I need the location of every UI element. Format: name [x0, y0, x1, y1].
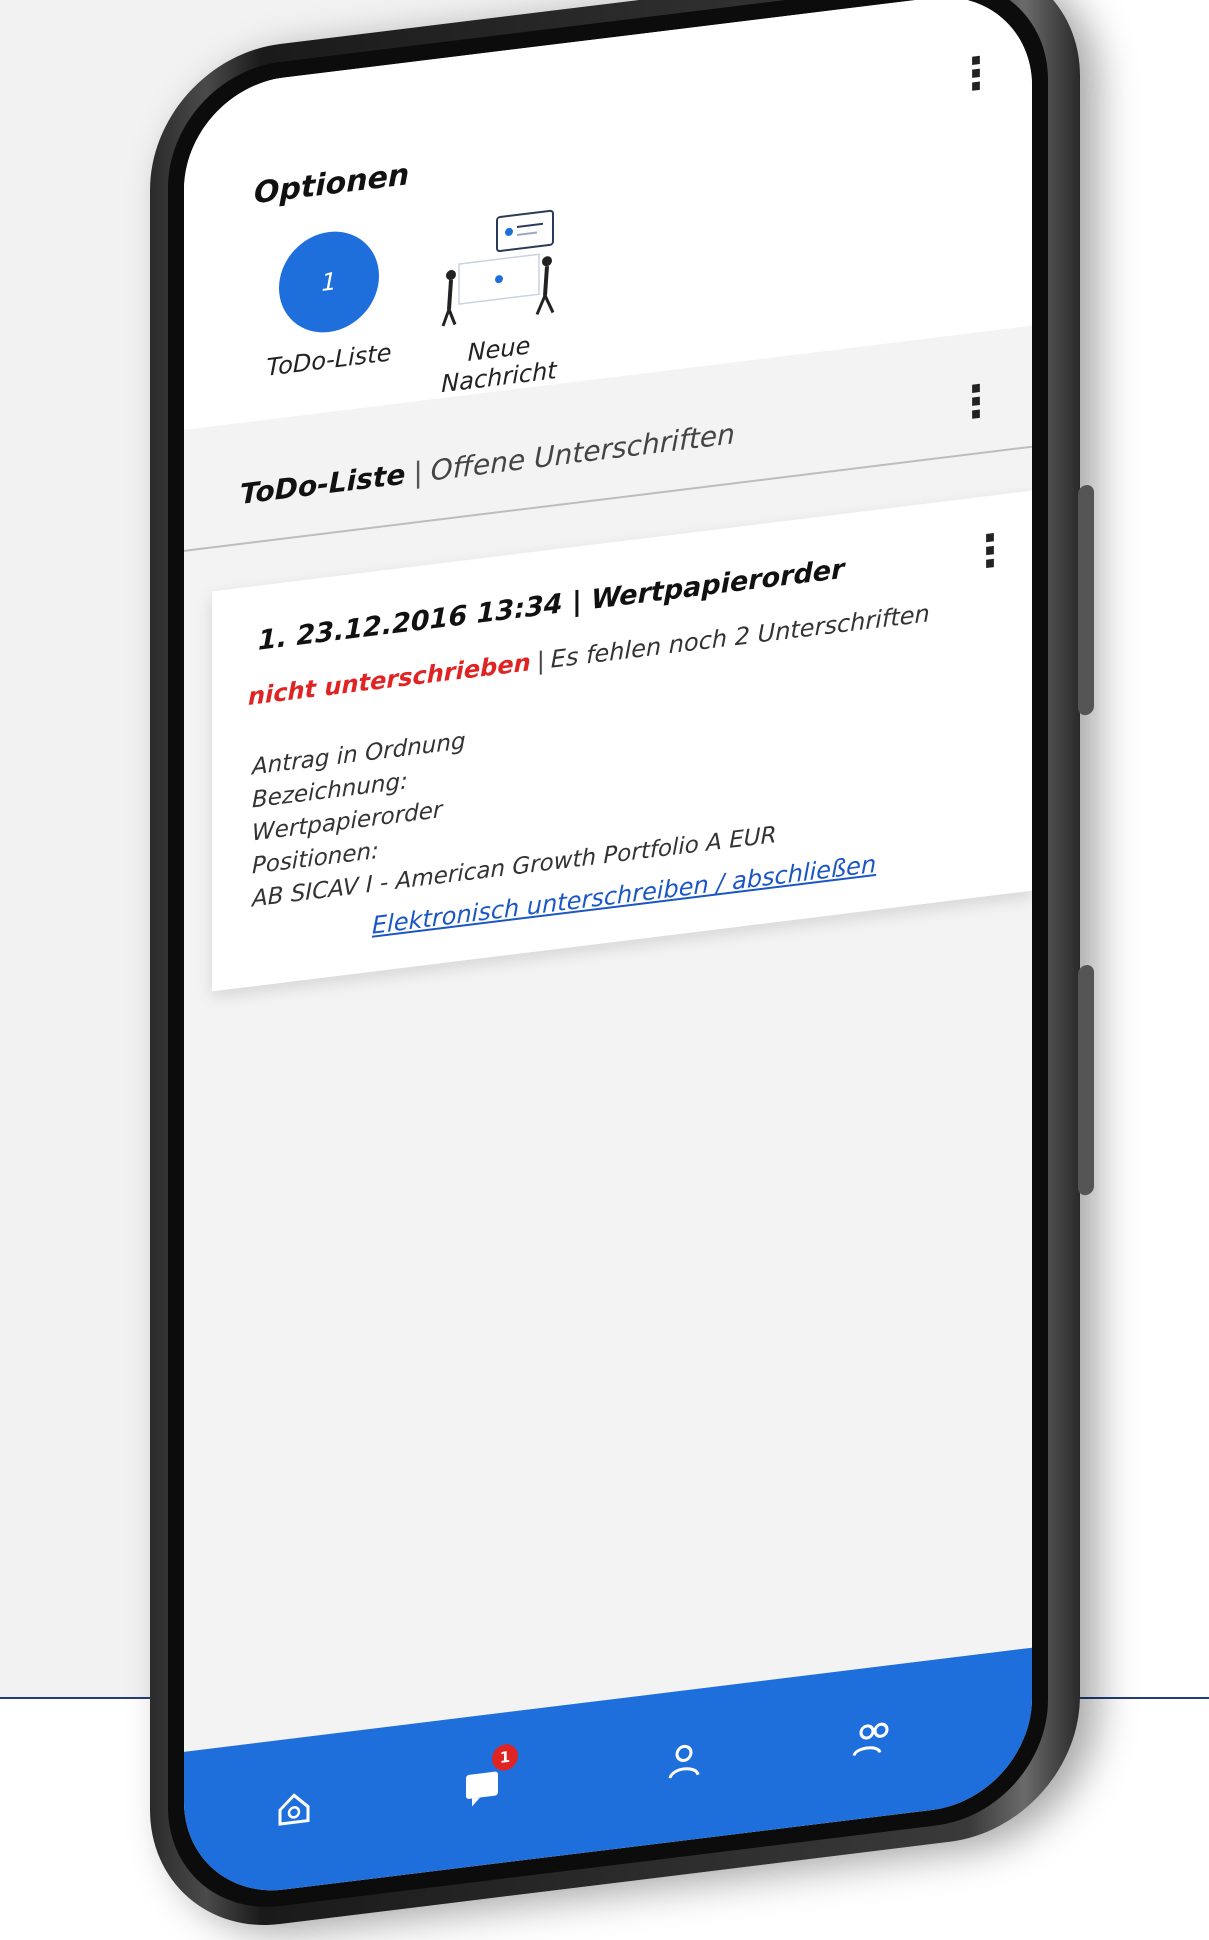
nav-profile[interactable] [654, 1727, 714, 1794]
section-separator: | [413, 455, 423, 490]
app-screen: ⋮ Optionen 1 ToDo-Liste Neue Nachricht T… [184, 0, 1032, 1902]
messages-badge: 1 [492, 1742, 518, 1773]
section-heading: ToDo-Liste | Offene Unterschriften [240, 417, 735, 511]
option-todo-list[interactable]: 1 ToDo-Liste [254, 223, 404, 383]
home-icon [278, 1793, 310, 1826]
option-new-message[interactable]: Neue Nachricht [414, 201, 584, 402]
section-title: ToDo-Liste [240, 457, 406, 511]
todo-card-more-icon[interactable]: ⋮ [968, 523, 1012, 579]
phone-side-button-lower [1078, 964, 1094, 1197]
nav-contacts[interactable] [844, 1703, 904, 1770]
phone-side-button-upper [1078, 484, 1094, 717]
section-more-icon[interactable]: ⋮ [954, 374, 998, 430]
option-todo-label: ToDo-Liste [266, 338, 392, 382]
todo-count-badge: 1 [279, 225, 379, 339]
options-title: Optionen [254, 157, 410, 212]
status-not-signed: nicht unterschrieben [248, 648, 531, 711]
status-separator: | [536, 646, 545, 676]
nav-messages[interactable]: 1 [454, 1742, 518, 1818]
todo-card: 1. 23.12.2016 13:34 | Wertpapierorder ⋮ … [212, 490, 1032, 992]
nav-home[interactable] [264, 1775, 324, 1842]
person-icon [668, 1744, 700, 1779]
section-subtitle: Offene Unterschriften [430, 417, 735, 488]
phone-mockup: ⋮ Optionen 1 ToDo-Liste Neue Nachricht T… [150, 0, 1094, 1940]
options-more-icon[interactable]: ⋮ [954, 46, 998, 102]
people-icon [852, 1722, 889, 1757]
new-message-illustration-icon [441, 209, 555, 327]
